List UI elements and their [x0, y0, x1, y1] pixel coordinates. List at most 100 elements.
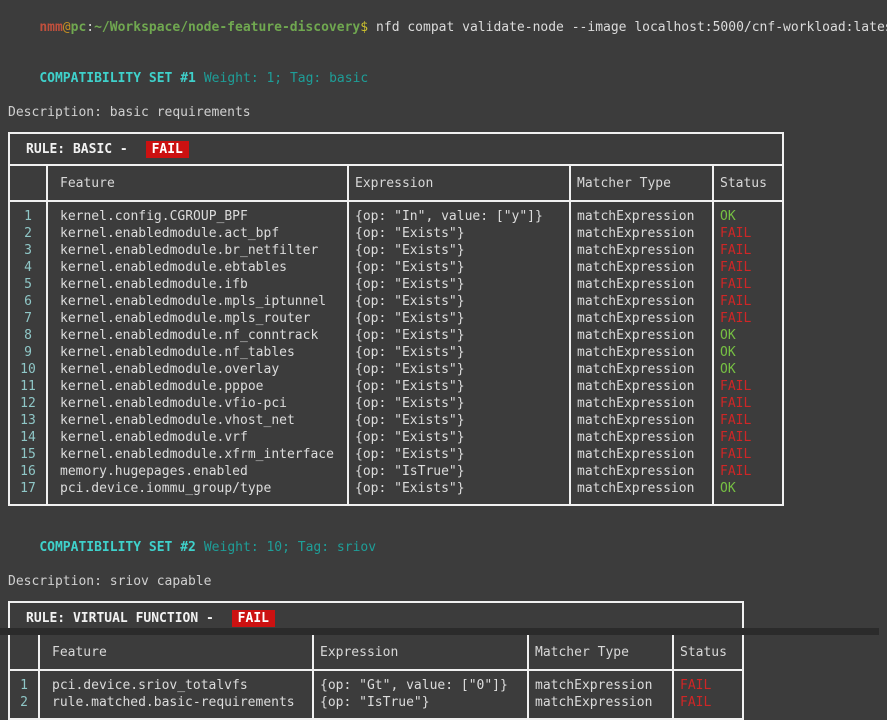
row-number-cell: 6	[10, 293, 46, 310]
expression-cell: {op: "Exists"}	[347, 344, 569, 361]
table-grid: Feature Expression Matcher Type Status 1…	[10, 635, 742, 718]
matcher-cell: matchExpression	[569, 395, 712, 412]
status-cell: FAIL	[672, 694, 742, 711]
matcher-cell: matchExpression	[569, 208, 712, 225]
table-row: 9 kernel.enabledmodule.nf_tables {op: "E…	[10, 344, 782, 361]
table-row: 15 kernel.enabledmodule.xfrm_interface {…	[10, 446, 782, 463]
column-divider	[46, 166, 48, 504]
matcher-cell: matchExpression	[569, 429, 712, 446]
terminal[interactable]: nmm@pc:~/Workspace/node-feature-discover…	[0, 0, 887, 635]
table-grid: Feature Expression Matcher Type Status 1…	[10, 166, 782, 504]
table-row: 6 kernel.enabledmodule.mpls_iptunnel {op…	[10, 293, 782, 310]
expression-cell: {op: "Exists"}	[347, 310, 569, 327]
feature-cell: kernel.enabledmodule.ifb	[46, 276, 347, 293]
matcher-cell: matchExpression	[569, 327, 712, 344]
header-matcher: Matcher Type	[569, 176, 712, 191]
header-feature: Feature	[46, 176, 347, 191]
status-cell: FAIL	[712, 446, 782, 463]
row-number-cell: 1	[10, 208, 46, 225]
set2-meta: Weight: 10; Tag: sriov	[204, 540, 376, 555]
status-cell: OK	[712, 344, 782, 361]
table-row: 3 kernel.enabledmodule.br_netfilter {op:…	[10, 242, 782, 259]
feature-cell: rule.matched.basic-requirements	[38, 694, 312, 711]
matcher-cell: matchExpression	[569, 378, 712, 395]
row-number-cell: 15	[10, 446, 46, 463]
expression-cell: {op: "IsTrue"}	[312, 694, 527, 711]
feature-cell: kernel.enabledmodule.ebtables	[46, 259, 347, 276]
header-matcher: Matcher Type	[527, 645, 672, 660]
table-body: 1 pci.device.sriov_totalvfs {op: "Gt", v…	[10, 671, 742, 718]
feature-cell: pci.device.sriov_totalvfs	[38, 677, 312, 694]
rule-header-basic: RULE: BASIC - FAIL	[10, 134, 782, 166]
rule-label: RULE: BASIC -	[26, 142, 136, 157]
table-row: 12 kernel.enabledmodule.vfio-pci {op: "E…	[10, 395, 782, 412]
feature-cell: kernel.enabledmodule.nf_tables	[46, 344, 347, 361]
row-number-cell: 2	[10, 225, 46, 242]
matcher-cell: matchExpression	[569, 293, 712, 310]
column-divider	[712, 166, 714, 504]
status-cell: OK	[712, 480, 782, 497]
row-number-cell: 5	[10, 276, 46, 293]
feature-cell: kernel.enabledmodule.vfio-pci	[46, 395, 347, 412]
matcher-cell: matchExpression	[569, 276, 712, 293]
expression-cell: {op: "Exists"}	[347, 259, 569, 276]
column-divider	[527, 635, 529, 718]
expression-cell: {op: "Gt", value: ["0"]}	[312, 677, 527, 694]
matcher-cell: matchExpression	[527, 694, 672, 711]
status-cell: OK	[712, 208, 782, 225]
table-row: 13 kernel.enabledmodule.vhost_net {op: "…	[10, 412, 782, 429]
status-cell: FAIL	[712, 378, 782, 395]
header-status: Status	[712, 176, 782, 191]
expression-cell: {op: "IsTrue"}	[347, 463, 569, 480]
prompt-path: ~/Workspace/node-feature-discovery	[94, 20, 360, 35]
expression-cell: {op: "Exists"}	[347, 361, 569, 378]
feature-cell: kernel.enabledmodule.xfrm_interface	[46, 446, 347, 463]
row-number-cell: 1	[10, 677, 38, 694]
feature-cell: kernel.enabledmodule.nf_conntrack	[46, 327, 347, 344]
rule-table-virtual-function: RULE: VIRTUAL FUNCTION - FAIL Feature Ex…	[8, 601, 744, 720]
rule-status-badge: FAIL	[232, 610, 275, 627]
expression-cell: {op: "In", value: ["y"]}	[347, 208, 569, 225]
header-expression: Expression	[347, 176, 569, 191]
table-row: 5 kernel.enabledmodule.ifb {op: "Exists"…	[10, 276, 782, 293]
rule-status-badge: FAIL	[146, 141, 189, 158]
status-cell: FAIL	[712, 463, 782, 480]
expression-cell: {op: "Exists"}	[347, 242, 569, 259]
column-divider	[569, 166, 571, 504]
status-cell: FAIL	[712, 412, 782, 429]
feature-cell: kernel.enabledmodule.vrf	[46, 429, 347, 446]
matcher-cell: matchExpression	[569, 344, 712, 361]
prompt-at-symbol: @	[63, 20, 71, 35]
set2-title: COMPATIBILITY SET #2	[39, 540, 196, 555]
feature-cell: kernel.enabledmodule.mpls_iptunnel	[46, 293, 347, 310]
matcher-cell: matchExpression	[569, 412, 712, 429]
set2-heading: COMPATIBILITY SET #2 Weight: 10; Tag: sri…	[8, 522, 887, 573]
feature-cell: pci.device.iommu_group/type	[46, 480, 347, 497]
row-number-cell: 13	[10, 412, 46, 429]
expression-cell: {op: "Exists"}	[347, 225, 569, 242]
row-number-cell: 16	[10, 463, 46, 480]
column-divider	[347, 166, 349, 504]
prompt-line: nmm@pc:~/Workspace/node-feature-discover…	[8, 2, 887, 53]
command-text: nfd compat validate-node --image localho…	[376, 20, 887, 35]
table-header-row: Feature Expression Matcher Type Status	[10, 166, 782, 202]
column-divider	[38, 635, 40, 718]
expression-cell: {op: "Exists"}	[347, 412, 569, 429]
status-cell: FAIL	[672, 677, 742, 694]
set1-title: COMPATIBILITY SET #1	[39, 71, 196, 86]
set1-heading: COMPATIBILITY SET #1Weight: 1; Tag: basi…	[8, 53, 887, 104]
table-row: 8 kernel.enabledmodule.nf_conntrack {op:…	[10, 327, 782, 344]
rule-table-basic: RULE: BASIC - FAIL Feature Expression Ma…	[8, 132, 784, 506]
status-cell: FAIL	[712, 242, 782, 259]
row-number-cell: 2	[10, 694, 38, 711]
row-number-cell: 17	[10, 480, 46, 497]
row-number-cell: 3	[10, 242, 46, 259]
table-row: 10 kernel.enabledmodule.overlay {op: "Ex…	[10, 361, 782, 378]
feature-cell: kernel.enabledmodule.overlay	[46, 361, 347, 378]
status-cell: FAIL	[712, 429, 782, 446]
column-divider	[312, 635, 314, 718]
row-number-cell: 7	[10, 310, 46, 327]
table-row: 1 pci.device.sriov_totalvfs {op: "Gt", v…	[10, 677, 742, 694]
matcher-cell: matchExpression	[569, 480, 712, 497]
matcher-cell: matchExpression	[569, 225, 712, 242]
